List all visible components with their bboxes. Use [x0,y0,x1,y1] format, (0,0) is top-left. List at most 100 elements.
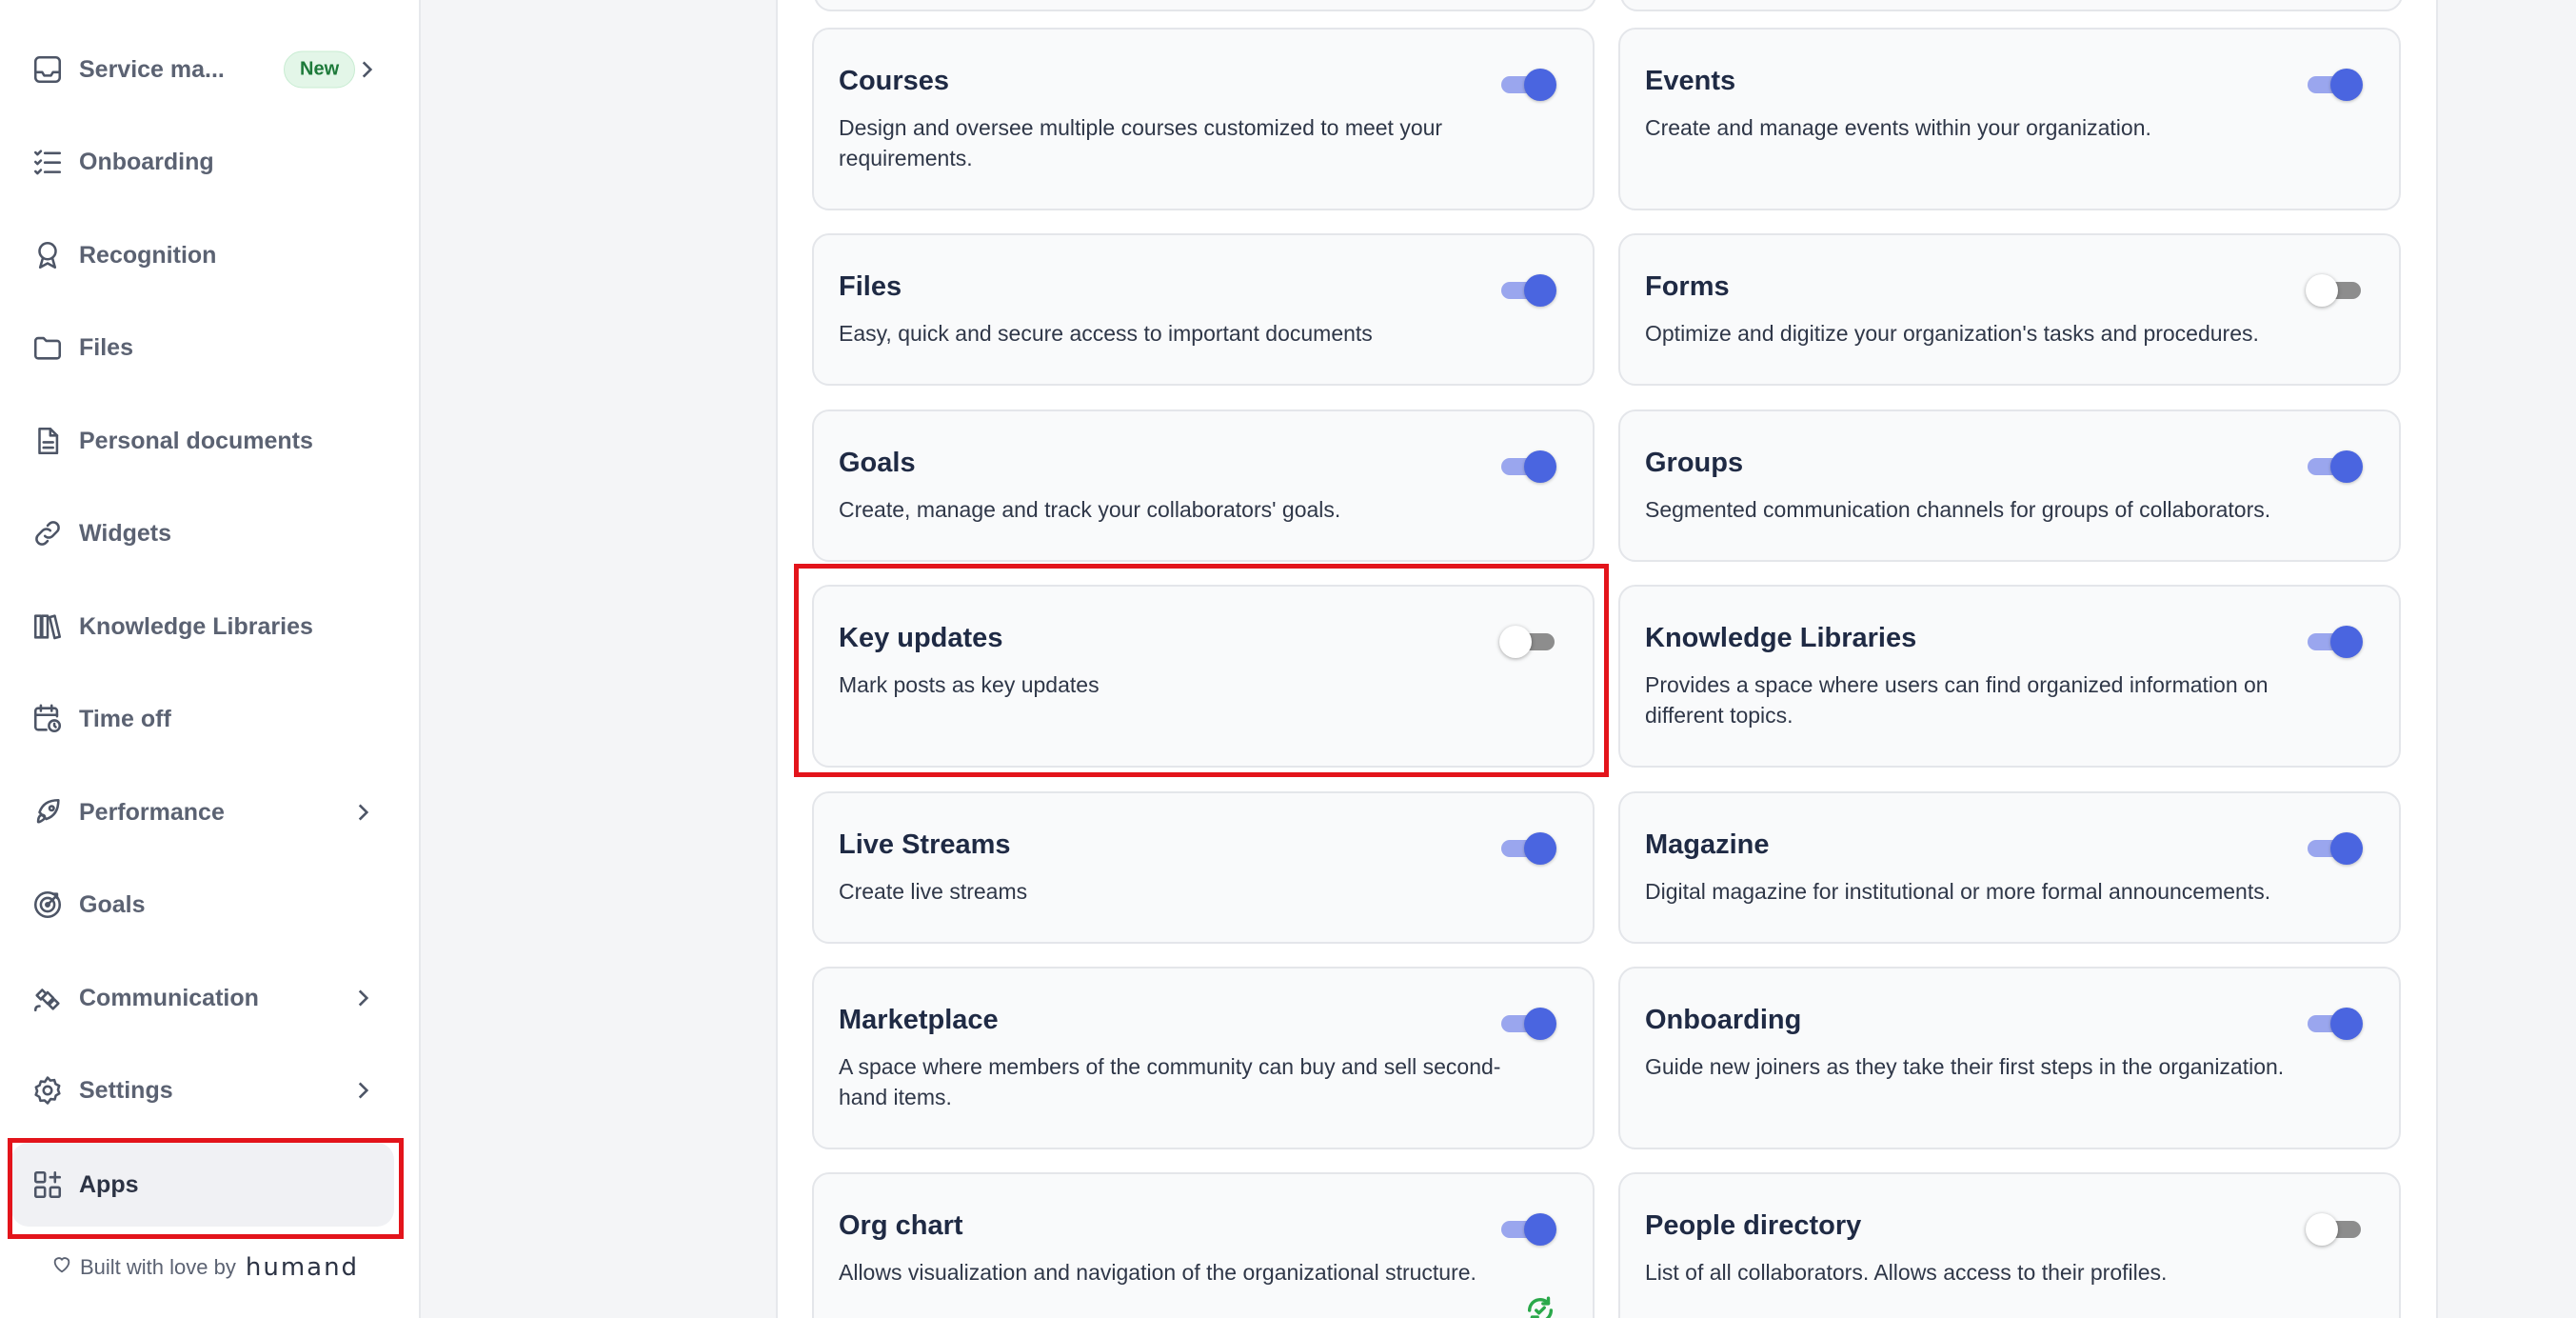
sidebar-item-goals[interactable]: Goals [11,863,394,947]
app-title: Events [1645,66,1736,96]
sidebar-item-personal-documents[interactable]: Personal documents [11,399,394,483]
sidebar-item-label: Personal documents [79,427,313,454]
sidebar-item-onboarding[interactable]: Onboarding [11,120,394,204]
app-toggle-goals[interactable] [1501,449,1556,483]
sync-check-icon [1524,1294,1556,1318]
sidebar-item-files[interactable]: Files [11,306,394,389]
toggle-knob [1524,1213,1556,1246]
toggle-knob [2306,1213,2338,1246]
app-title: Knowledge Libraries [1645,623,1917,653]
target-icon [30,888,65,922]
sidebar-item-service-management[interactable]: Service ma... New [11,28,394,111]
sidebar-item-label: Widgets [79,519,171,547]
sidebar-item-communication[interactable]: Communication [11,956,394,1040]
sidebar-item-performance[interactable]: Performance [11,770,394,854]
sidebar-item-apps[interactable]: Apps [11,1143,394,1227]
app-toggle-people-directory[interactable] [2306,1211,2363,1246]
app-title: Org chart [839,1210,963,1241]
app-card-events: Events Create and manage events within yo… [1618,28,2401,210]
toggle-knob [2330,1008,2363,1040]
app-description: Easy, quick and secure access to importa… [839,321,1373,346]
app-card-goals: Goals Create, manage and track your colla… [812,409,1595,562]
sidebar-item-label: Recognition [79,241,217,269]
app-card-courses: Courses Design and oversee multiple cours… [812,28,1595,210]
sidebar-item-knowledge-libraries[interactable]: Knowledge Libraries [11,585,394,669]
toggle-knob [1524,274,1556,307]
app-card-partial [1620,0,2403,11]
gear-icon [30,1073,65,1108]
app-description: Allows visualization and navigation of t… [839,1260,1476,1285]
app-card-people-directory: People directory List of all collaborator… [1618,1172,2401,1318]
app-toggle-forms[interactable] [2306,272,2363,307]
app-description: Segmented communication channels for gro… [1645,497,2271,522]
apps-icon [30,1168,65,1202]
app-card-forms: Forms Optimize and digitize your organiza… [1618,233,2401,386]
footer-text: Built with love by [80,1255,236,1279]
chevron-right-icon[interactable] [354,57,379,82]
sidebar-item-label: Apps [79,1170,139,1198]
new-badge: New [284,50,356,89]
footer: Built with love by humand [51,1253,359,1282]
app-card-org-chart: Org chart Allows visualization and naviga… [812,1172,1595,1318]
app-title: People directory [1645,1210,1862,1241]
books-icon [30,609,65,644]
app-toggle-magazine[interactable] [2308,830,2363,865]
document-icon [30,424,65,458]
app-card-marketplace: Marketplace A space where members of the … [812,967,1595,1149]
toggle-knob [2330,450,2363,483]
app-toggle-live-streams[interactable] [1501,830,1556,865]
app-description: Provides a space where users can find or… [1645,672,2269,728]
app-toggle-groups[interactable] [2308,449,2363,483]
sidebar-item-widgets[interactable]: Widgets [11,491,394,575]
sidebar-item-label: Performance [79,798,225,826]
app-description: Create live streams [839,879,1028,904]
calendar-clock-icon [30,702,65,736]
app-card-live-streams: Live Streams Create live streams [812,791,1595,944]
sidebar-item-time-off[interactable]: Time off [11,677,394,761]
app-toggle-knowledge-libraries[interactable] [2308,624,2363,658]
award-icon [30,238,65,272]
sidebar-item-recognition[interactable]: Recognition [11,213,394,297]
app-description: Digital magazine for institutional or mo… [1645,879,2271,904]
chevron-right-icon[interactable] [350,800,375,825]
app-toggle-files[interactable] [1501,272,1556,307]
sidebar-item-settings[interactable]: Settings [11,1048,394,1132]
app-title: Groups [1645,448,1744,478]
app-card-key-updates: Key updates Mark posts as key updates [812,585,1595,768]
app-description: Design and oversee multiple courses cust… [839,115,1443,170]
app-card-partial [814,0,1596,11]
rocket-icon [30,795,65,829]
satellite-icon [30,981,65,1015]
checklist-icon [30,145,65,179]
toggle-knob [1524,69,1556,101]
sidebar: Service ma... New Onboarding Recognition… [0,0,421,1318]
chevron-right-icon[interactable] [350,986,375,1010]
toggle-knob [1524,450,1556,483]
app-card-magazine: Magazine Digital magazine for institution… [1618,791,2401,944]
app-toggle-onboarding[interactable] [2308,1006,2363,1040]
app-description: Create and manage events within your org… [1645,115,2151,140]
link-icon [30,516,65,550]
app-toggle-events[interactable] [2308,67,2363,101]
sidebar-item-label: Onboarding [79,148,214,175]
chevron-right-icon[interactable] [350,1078,375,1103]
app-title: Goals [839,448,916,478]
sidebar-item-label: Service ma... [79,55,225,83]
heart-icon [51,1254,80,1281]
toggle-knob [2330,69,2363,101]
sidebar-item-label: Knowledge Libraries [79,612,313,640]
toggle-knob [2330,626,2363,658]
inbox-icon [30,52,65,87]
toggle-knob [2306,274,2338,307]
app-toggle-org-chart[interactable] [1501,1211,1556,1246]
app-description: Mark posts as key updates [839,672,1100,697]
sidebar-item-label: Goals [79,890,146,918]
sidebar-item-label: Files [79,333,133,361]
toggle-knob [1524,1008,1556,1040]
app-toggle-marketplace[interactable] [1501,1006,1556,1040]
app-card-files: Files Easy, quick and secure access to im… [812,233,1595,386]
app-title: Courses [839,66,950,96]
brand-logo[interactable]: humand [246,1253,359,1282]
app-toggle-key-updates[interactable] [1499,624,1556,658]
app-toggle-courses[interactable] [1501,67,1556,101]
